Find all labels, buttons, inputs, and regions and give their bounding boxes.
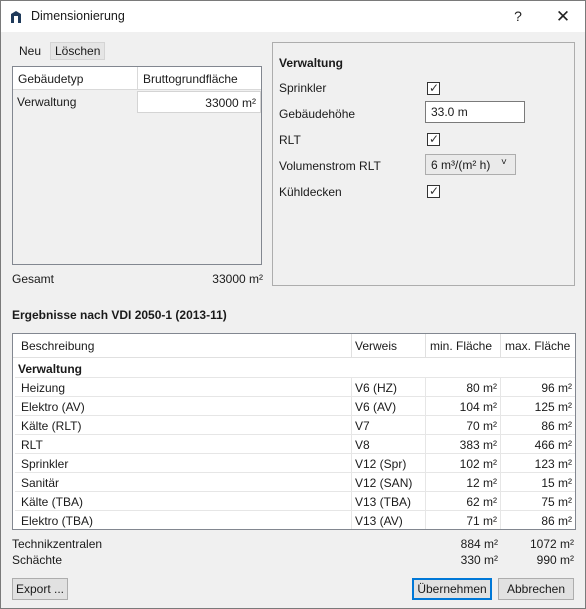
building-height-input[interactable]: 33.0 m	[425, 101, 525, 123]
row-reference: V12 (Spr)	[351, 453, 425, 472]
cooling-ceiling-checkbox[interactable]: ✓	[427, 184, 440, 198]
row-max-area: 15 m²	[500, 472, 575, 491]
cooling-ceiling-label: Kühldecken	[279, 185, 342, 199]
column-divider	[137, 67, 138, 90]
column-divider	[351, 334, 352, 358]
airflow-label: Volumenstrom RLT	[279, 159, 381, 173]
new-button[interactable]: Neu	[14, 42, 46, 60]
column-header-area[interactable]: Bruttogrundfläche	[143, 72, 238, 86]
sprinkler-label: Sprinkler	[279, 81, 327, 95]
table-row[interactable]: Kälte (RLT) V7 70 m² 86 m²	[13, 415, 575, 434]
row-max-area: 86 m²	[500, 510, 575, 529]
row-reference: V13 (TBA)	[351, 491, 425, 510]
apply-button[interactable]: Übernehmen	[412, 578, 492, 600]
row-min-area: 102 m²	[425, 453, 500, 472]
building-table-header: Gebäudetyp Bruttogrundfläche	[13, 67, 261, 90]
building-height-label: Gebäudehöhe	[279, 107, 356, 121]
airflow-value: 6 m³/(m² h)	[431, 158, 491, 172]
column-header-description[interactable]: Beschreibung	[21, 339, 94, 353]
table-row[interactable]: Heizung V6 (HZ) 80 m² 96 m²	[13, 377, 575, 396]
shafts-label: Schächte	[12, 553, 63, 567]
total-label: Gesamt	[12, 272, 55, 286]
checkmark-icon: ✓	[429, 184, 440, 198]
cancel-button[interactable]: Abbrechen	[498, 578, 574, 600]
row-reference: V8	[351, 434, 425, 453]
table-row[interactable]: Kälte (TBA) V13 (TBA) 62 m² 75 m²	[13, 491, 575, 510]
row-min-area: 383 m²	[425, 434, 500, 453]
table-row[interactable]: Elektro (TBA) V13 (AV) 71 m² 86 m²	[13, 510, 575, 529]
column-header-type[interactable]: Gebäudetyp	[18, 72, 83, 86]
properties-title: Verwaltung	[279, 56, 344, 70]
row-min-area: 71 m²	[425, 510, 500, 529]
properties-panel: Verwaltung Sprinkler ✓ Gebäudehöhe 33.0 …	[272, 42, 575, 286]
row-max-area: 466 m²	[500, 434, 575, 453]
row-reference: V6 (AV)	[351, 396, 425, 415]
row-min-area: 12 m²	[425, 472, 500, 491]
row-max-area: 96 m²	[500, 377, 575, 396]
row-min-area: 62 m²	[425, 491, 500, 510]
row-min-area: 80 m²	[425, 377, 500, 396]
row-min-area: 104 m²	[425, 396, 500, 415]
export-button[interactable]: Export ...	[12, 578, 68, 600]
building-area-cell[interactable]: 33000 m²	[137, 91, 261, 113]
row-description: Kälte (RLT)	[15, 415, 351, 434]
sprinkler-checkbox[interactable]: ✓	[427, 81, 440, 95]
building-type-cell[interactable]: Verwaltung	[13, 91, 137, 113]
row-max-area: 86 m²	[500, 415, 575, 434]
delete-button[interactable]: Löschen	[50, 42, 106, 60]
row-description: Elektro (TBA)	[15, 510, 351, 529]
rlt-label: RLT	[279, 133, 301, 147]
row-description: Kälte (TBA)	[15, 491, 351, 510]
row-description: RLT	[15, 434, 351, 453]
column-header-reference[interactable]: Verweis	[355, 339, 397, 353]
total-value: 33000 m²	[212, 272, 263, 286]
row-reference: V12 (SAN)	[351, 472, 425, 491]
dialog-window: Dimensionierung ? ✕ Neu Löschen Gebäudet…	[0, 0, 586, 609]
row-description: Elektro (AV)	[15, 396, 351, 415]
rlt-checkbox[interactable]: ✓	[427, 132, 440, 146]
help-button[interactable]: ?	[496, 1, 540, 32]
results-table-header: Beschreibung Verweis min. Fläche max. Fl…	[13, 334, 575, 358]
row-reference: V6 (HZ)	[351, 377, 425, 396]
row-description: Heizung	[15, 377, 351, 396]
checkmark-icon: ✓	[429, 132, 440, 146]
column-header-min-area[interactable]: min. Fläche	[430, 339, 492, 353]
row-description: Sanitär	[15, 472, 351, 491]
table-row[interactable]: RLT V8 383 m² 466 m²	[13, 434, 575, 453]
window-title: Dimensionierung	[31, 9, 125, 23]
shafts-min: 330 m²	[460, 553, 498, 567]
row-description: Sprinkler	[15, 453, 351, 472]
row-max-area: 75 m²	[500, 491, 575, 510]
plant-rooms-max: 1072 m²	[529, 537, 574, 551]
building-row[interactable]: Verwaltung 33000 m²	[13, 91, 261, 113]
column-divider	[425, 334, 426, 358]
row-reference: V7	[351, 415, 425, 434]
plant-rooms-label: Technikzentralen	[12, 537, 103, 551]
row-min-area: 70 m²	[425, 415, 500, 434]
table-row[interactable]: Sprinkler V12 (Spr) 102 m² 123 m²	[13, 453, 575, 472]
column-divider	[500, 334, 501, 358]
building-table[interactable]: Gebäudetyp Bruttogrundfläche Verwaltung …	[12, 66, 262, 265]
row-max-area: 125 m²	[500, 396, 575, 415]
close-button[interactable]: ✕	[541, 1, 585, 32]
title-bar: Dimensionierung ? ✕	[1, 1, 585, 32]
row-reference: V13 (AV)	[351, 510, 425, 529]
app-logo-icon	[11, 11, 21, 23]
results-title: Ergebnisse nach VDI 2050-1 (2013-11)	[12, 308, 227, 322]
shafts-max: 990 m²	[536, 553, 574, 567]
checkmark-icon: ✓	[429, 81, 440, 95]
row-max-area: 123 m²	[500, 453, 575, 472]
plant-rooms-min: 884 m²	[460, 537, 498, 551]
airflow-select[interactable]: 6 m³/(m² h) ˅	[425, 154, 516, 175]
table-row[interactable]: Sanitär V12 (SAN) 12 m² 15 m²	[13, 472, 575, 491]
chevron-down-icon: ˅	[501, 157, 507, 168]
column-header-max-area[interactable]: max. Fläche	[505, 339, 570, 353]
table-row[interactable]: Elektro (AV) V6 (AV) 104 m² 125 m²	[13, 396, 575, 415]
results-table[interactable]: Beschreibung Verweis min. Fläche max. Fl…	[12, 333, 576, 530]
group-header: Verwaltung	[18, 362, 83, 376]
